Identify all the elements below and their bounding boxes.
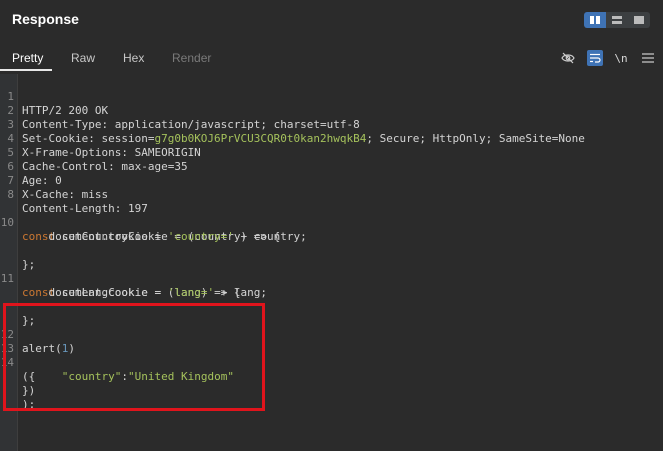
columns-icon	[590, 16, 600, 24]
code-line: 2 Content-Type: application/javascript; …	[0, 90, 663, 131]
line-number: 8	[7, 188, 14, 201]
single-pane-icon	[634, 16, 644, 24]
layout-toggle-group	[584, 12, 651, 28]
vertical-scrollbar[interactable]	[655, 74, 663, 451]
layout-single-button[interactable]	[628, 12, 650, 28]
tab-hex[interactable]: Hex	[123, 51, 144, 65]
js-line: document.cookie = 'country=' + country;	[22, 230, 307, 244]
panel-title: Response	[12, 11, 79, 27]
code-line: 1 HTTP/2 200 OK	[0, 76, 663, 117]
more-options-button[interactable]	[640, 50, 656, 66]
hide-nonprintable-button[interactable]	[560, 50, 576, 66]
response-panel-header: Response	[0, 0, 663, 40]
tab-raw[interactable]: Raw	[71, 51, 95, 65]
code-line: document.cookie = 'country=' + country;	[0, 216, 663, 243]
code-line: document.cookie = 'lang=' + lang;	[0, 272, 663, 299]
code-text: + lang;	[214, 286, 268, 299]
highlight-annotation-box	[3, 303, 265, 411]
code-text: + country;	[233, 230, 307, 243]
wrap-icon	[590, 53, 601, 63]
code-line: 10 const setCountryCookie = (country) =>…	[0, 202, 663, 243]
layout-split-horizontal-button[interactable]	[606, 12, 628, 28]
string-literal: 'country='	[167, 230, 234, 243]
header-line: X-Cache: miss	[22, 188, 109, 201]
code-line: 8 Content-Length: 197	[0, 174, 663, 215]
eye-slash-icon	[561, 52, 575, 64]
tab-pretty[interactable]: Pretty	[12, 51, 43, 65]
code-line: 5 Cache-Control: max-age=35	[0, 132, 663, 173]
code-line: };	[0, 244, 663, 271]
code-line: 6 Age: 0	[0, 146, 663, 187]
code-line: 7 X-Cache: miss	[0, 160, 663, 201]
word-wrap-button[interactable]	[587, 50, 603, 66]
code-text: document.cookie =	[22, 230, 168, 243]
layout-split-vertical-button[interactable]	[584, 12, 606, 28]
menu-icon	[642, 53, 654, 63]
tab-render[interactable]: Render	[172, 51, 211, 65]
rows-icon	[612, 16, 622, 24]
code-line: 4 X-Frame-Options: SAMEORIGIN	[0, 118, 663, 159]
active-tab-indicator	[0, 69, 52, 71]
js-line: document.cookie = 'lang=' + lang;	[22, 286, 267, 300]
newline-label: \n	[614, 51, 628, 65]
string-literal: 'lang='	[167, 286, 215, 299]
code-line: 11 const setLangCookie = (lang) => {	[0, 258, 663, 299]
code-line: 3 Set-Cookie: session=g7g0b0KOJ6PrVCU3CQ…	[0, 104, 663, 145]
show-newlines-button[interactable]: \n	[613, 50, 629, 66]
code-text: document.cookie =	[22, 286, 168, 299]
